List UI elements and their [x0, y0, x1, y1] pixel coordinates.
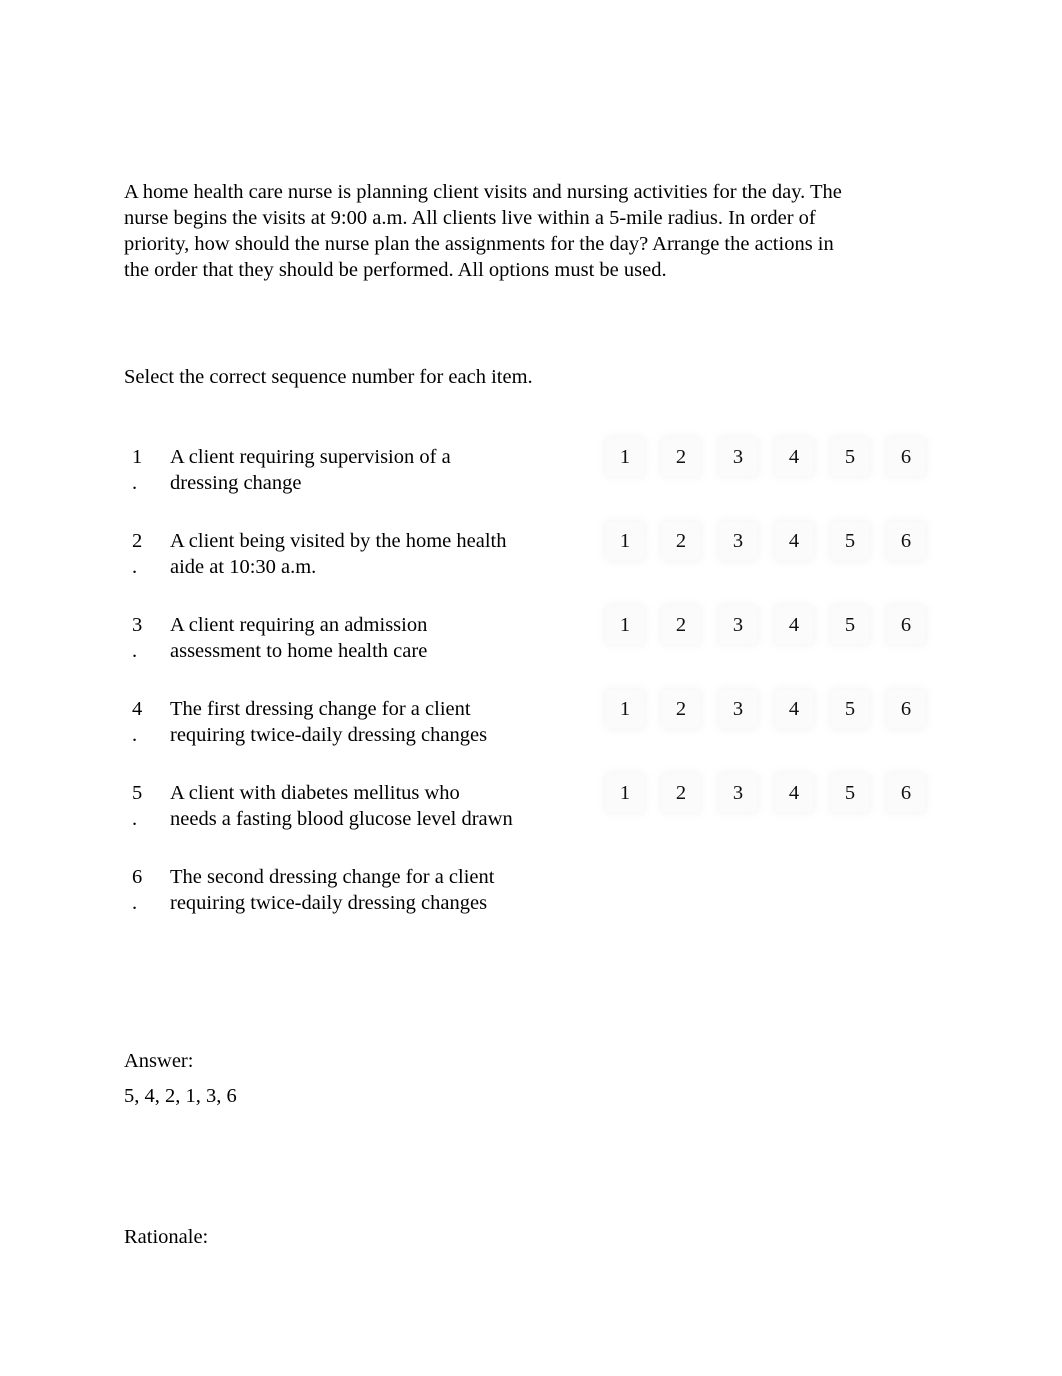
sequence-option-3[interactable]: 3	[719, 690, 757, 728]
sequence-option-2[interactable]: 2	[662, 522, 700, 560]
sequence-option-3[interactable]: 3	[719, 606, 757, 644]
item-number-digit: 4	[132, 698, 143, 720]
item-label-line: A client requiring supervision of a	[170, 446, 451, 468]
sequence-option-group: 123456	[606, 438, 936, 484]
sequence-option-2[interactable]: 2	[662, 690, 700, 728]
item-number-period: .	[132, 640, 138, 662]
item-number: 2.	[132, 528, 146, 580]
ordering-item-row: 6. The second dressing change for a clien…	[124, 864, 944, 948]
sequence-option-4[interactable]: 4	[775, 690, 813, 728]
sequence-option-3[interactable]: 3	[719, 522, 757, 560]
sequence-option-2[interactable]: 2	[662, 606, 700, 644]
sequence-option-5[interactable]: 5	[831, 438, 869, 476]
document-page: A home health care nurse is planning cli…	[0, 0, 1062, 1376]
sequence-option-1[interactable]: 1	[606, 522, 644, 560]
sequence-option-2[interactable]: 2	[662, 774, 700, 812]
item-number-period: .	[132, 892, 138, 914]
sequence-option-1[interactable]: 1	[606, 774, 644, 812]
sequence-option-1[interactable]: 1	[606, 690, 644, 728]
item-label: A client being visited by the home healt…	[170, 528, 590, 580]
item-number: 4.	[132, 696, 146, 748]
item-number-digit: 5	[132, 782, 143, 804]
ordering-item-row: 5. A client with diabetes mellitus who nee…	[124, 774, 944, 864]
sequence-option-6[interactable]: 6	[887, 774, 925, 812]
sequence-option-4[interactable]: 4	[775, 774, 813, 812]
item-number: 1.	[132, 444, 146, 496]
ordering-item-list: 1. A client requiring supervision of a dre…	[124, 438, 944, 948]
item-number-digit: 2	[132, 530, 143, 552]
item-number: 3.	[132, 612, 146, 664]
item-label-line: A client with diabetes mellitus who	[170, 782, 460, 804]
sequence-option-4[interactable]: 4	[775, 438, 813, 476]
sequence-option-6[interactable]: 6	[887, 690, 925, 728]
question-stem: A home health care nurse is planning cli…	[124, 180, 842, 281]
sequence-option-1[interactable]: 1	[606, 438, 644, 476]
item-label: A client requiring an admission assessmen…	[170, 612, 590, 664]
sequence-option-5[interactable]: 5	[831, 606, 869, 644]
sequence-option-group: 123456	[606, 774, 936, 820]
sequence-option-group: 123456	[606, 522, 936, 568]
item-label-line: A client requiring an admission	[170, 614, 428, 636]
answer-value: 5, 4, 2, 1, 3, 6	[124, 1085, 237, 1107]
item-label: The first dressing change for a client re…	[170, 696, 590, 748]
sequence-option-6[interactable]: 6	[887, 606, 925, 644]
item-label-line: The first dressing change for a client	[170, 698, 471, 720]
sequence-option-6[interactable]: 6	[887, 438, 925, 476]
sequence-option-5[interactable]: 5	[831, 690, 869, 728]
item-number-digit: 6	[132, 866, 143, 888]
sequence-option-3[interactable]: 3	[719, 438, 757, 476]
item-number: 6.	[132, 864, 146, 916]
item-label-line: requiring twice-daily dressing changes	[170, 892, 488, 914]
item-label-line: needs a fasting blood glucose level draw…	[170, 808, 513, 830]
ordering-item-row: 3. A client requiring an admission assessm…	[124, 606, 944, 696]
sequence-option-3[interactable]: 3	[719, 774, 757, 812]
sequence-option-6[interactable]: 6	[887, 522, 925, 560]
ordering-item-row: 1. A client requiring supervision of a dre…	[124, 438, 944, 528]
item-number-period: .	[132, 556, 138, 578]
ordering-item-row: 2. A client being visited by the home hea…	[124, 522, 944, 612]
item-label-line: aide at 10:30 a.m.	[170, 556, 317, 578]
sequence-option-2[interactable]: 2	[662, 438, 700, 476]
sequence-option-1[interactable]: 1	[606, 606, 644, 644]
sequence-option-5[interactable]: 5	[831, 522, 869, 560]
item-label-line: dressing change	[170, 472, 302, 494]
item-number-digit: 3	[132, 614, 143, 636]
item-number-period: .	[132, 808, 138, 830]
item-label-line: The second dressing change for a client	[170, 866, 495, 888]
instruction-text: Select the correct sequence number for e…	[124, 365, 533, 388]
sequence-option-group: 123456	[606, 606, 936, 652]
rationale-label: Rationale:	[124, 1226, 209, 1248]
sequence-option-4[interactable]: 4	[775, 606, 813, 644]
item-label: The second dressing change for a client r…	[170, 864, 590, 916]
sequence-option-group: 123456	[606, 690, 936, 736]
item-label: A client requiring supervision of a dress…	[170, 444, 590, 496]
item-label-line: A client being visited by the home healt…	[170, 530, 507, 552]
ordering-item-row: 4. The first dressing change for a client…	[124, 690, 944, 780]
item-number-period: .	[132, 472, 138, 494]
item-label-line: requiring twice-daily dressing changes	[170, 724, 488, 746]
item-number-digit: 1	[132, 446, 143, 468]
item-number-period: .	[132, 724, 138, 746]
answer-label: Answer:	[124, 1050, 194, 1072]
sequence-option-5[interactable]: 5	[831, 774, 869, 812]
item-number: 5.	[132, 780, 146, 832]
sequence-option-4[interactable]: 4	[775, 522, 813, 560]
item-label-line: assessment to home health care	[170, 640, 428, 662]
item-label: A client with diabetes mellitus who needs…	[170, 780, 590, 832]
